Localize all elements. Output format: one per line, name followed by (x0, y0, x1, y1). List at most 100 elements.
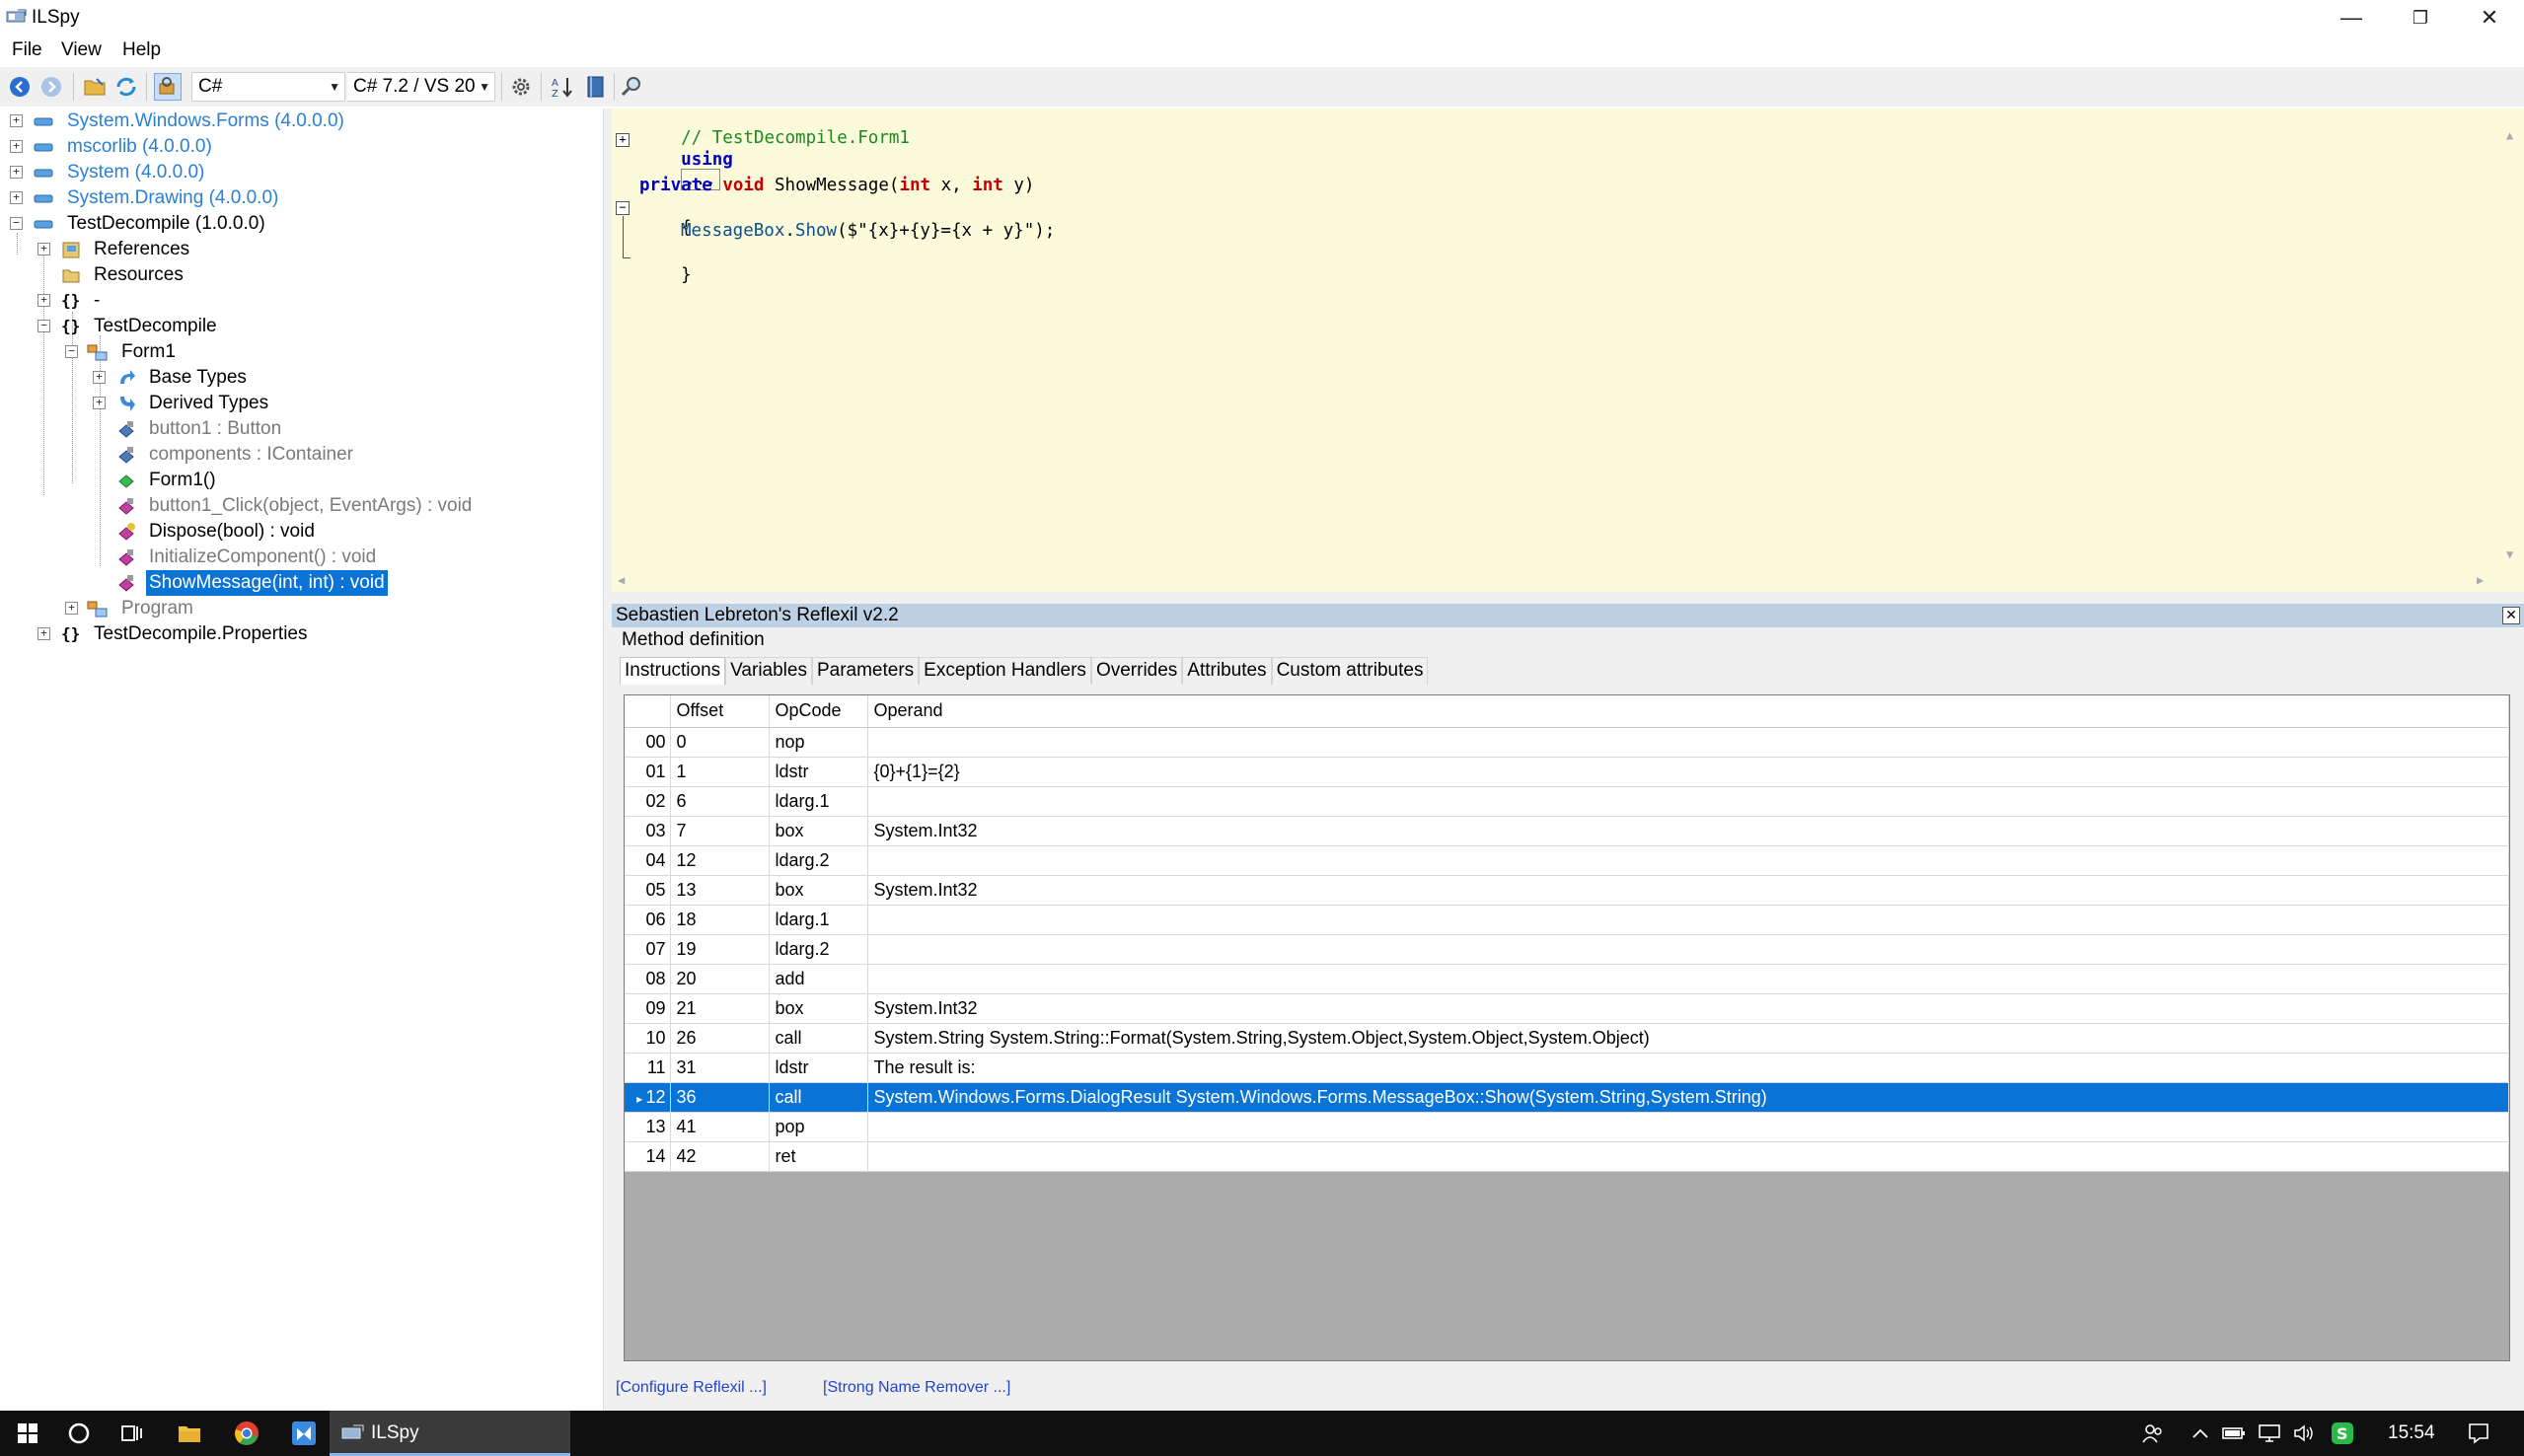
table-row[interactable]: 08 20 add (625, 964, 2509, 994)
row-index-cell[interactable]: 07 (625, 934, 671, 965)
tab-exception-handlers[interactable]: Exception Handlers (919, 657, 1091, 685)
table-row[interactable]: 01 1 ldstr {0}+{1}={2} (625, 757, 2509, 787)
operand-cell[interactable]: The result is: (867, 1053, 2509, 1083)
restore-button[interactable]: ❐ (2386, 0, 2455, 36)
row-index-cell[interactable]: 03 (625, 816, 671, 846)
offset-cell[interactable]: 26 (670, 1023, 770, 1054)
editor-vertical-scrollbar[interactable]: ▲ ▼ (2500, 109, 2524, 592)
row-index-cell[interactable]: 14 (625, 1141, 671, 1172)
taskbar-clock[interactable]: 15:54 (2388, 1422, 2435, 1444)
open-folder-icon[interactable] (81, 73, 109, 101)
row-index-cell[interactable]: 11 (625, 1053, 671, 1083)
table-row[interactable]: 13 41 pop (625, 1112, 2509, 1142)
visual-studio-icon[interactable] (276, 1411, 332, 1456)
taskbar-ilspy-button[interactable]: ILSpy (330, 1411, 570, 1456)
offset-cell[interactable]: 21 (670, 993, 770, 1024)
expand-icon[interactable]: + (93, 371, 106, 384)
tab-parameters[interactable]: Parameters (811, 657, 920, 685)
opcode-cell[interactable]: ldstr (769, 1053, 868, 1083)
table-row[interactable]: 07 19 ldarg.2 (625, 934, 2509, 965)
offset-cell[interactable]: 36 (670, 1082, 770, 1113)
operand-cell[interactable]: System.Windows.Forms.DialogResult System… (867, 1082, 2509, 1113)
notifications-icon[interactable] (2467, 1422, 2490, 1444)
table-row[interactable]: 10 26 call System.String System.String::For… (625, 1023, 2509, 1054)
offset-cell[interactable]: 31 (670, 1053, 770, 1083)
forward-icon[interactable] (37, 73, 65, 101)
operand-cell[interactable] (867, 964, 2509, 994)
table-row[interactable]: 09 21 box System.Int32 (625, 993, 2509, 1024)
operand-cell[interactable] (867, 905, 2509, 935)
menu-help[interactable]: Help (118, 36, 165, 65)
scroll-up-icon[interactable]: ▲ (2506, 128, 2513, 142)
operand-cell[interactable] (867, 786, 2509, 817)
gear-icon[interactable] (507, 73, 535, 101)
minimize-button[interactable]: — (2317, 0, 2386, 36)
tab-attributes[interactable]: Attributes (1182, 657, 1272, 685)
collapse-icon[interactable]: − (65, 345, 78, 358)
column-header-offset[interactable]: Offset (670, 695, 770, 728)
table-row[interactable]: 05 13 box System.Int32 (625, 875, 2509, 906)
operand-cell[interactable] (867, 1141, 2509, 1172)
opcode-cell[interactable]: ldstr (769, 757, 868, 787)
opcode-cell[interactable]: call (769, 1023, 868, 1054)
scroll-right-icon[interactable]: ▶ (2477, 573, 2484, 587)
search-icon[interactable] (618, 73, 645, 101)
instructions-grid[interactable]: Offset OpCode Operand 00 0 nop 01 1 ldstr {0}+… (624, 694, 2510, 1361)
people-icon[interactable] (2141, 1422, 2165, 1444)
row-index-cell[interactable]: 00 (625, 727, 671, 758)
offset-cell[interactable]: 13 (670, 875, 770, 906)
offset-cell[interactable]: 19 (670, 934, 770, 965)
offset-cell[interactable]: 0 (670, 727, 770, 758)
show-internal-api-icon[interactable] (154, 73, 182, 101)
operand-cell[interactable] (867, 1112, 2509, 1142)
opcode-cell[interactable]: ldarg.2 (769, 845, 868, 876)
volume-icon[interactable] (2293, 1422, 2317, 1444)
language-select[interactable]: C# ▼ (191, 72, 345, 102)
row-index-cell[interactable]: 09 (625, 993, 671, 1024)
expand-icon[interactable]: + (65, 602, 78, 615)
editor-horizontal-scrollbar[interactable]: ◀ ▶ (612, 570, 2500, 592)
tab-variables[interactable]: Variables (725, 657, 812, 685)
expand-icon[interactable]: + (93, 397, 106, 409)
version-select[interactable]: C# 7.2 / VS 20 ▼ (347, 72, 495, 102)
book-icon[interactable] (582, 73, 610, 101)
menu-view[interactable]: View (57, 36, 106, 65)
vertical-splitter[interactable] (604, 109, 612, 1411)
configure-reflexil-link[interactable]: [Configure Reflexil ...] (616, 1379, 767, 1397)
row-index-cell[interactable]: 10 (625, 1023, 671, 1054)
sort-icon[interactable]: AZ (549, 73, 576, 101)
opcode-cell[interactable]: pop (769, 1112, 868, 1142)
expand-icon[interactable]: + (10, 166, 23, 179)
back-icon[interactable] (6, 73, 34, 101)
expand-icon[interactable]: + (10, 114, 23, 127)
collapse-icon[interactable]: − (37, 320, 50, 332)
opcode-cell[interactable]: add (769, 964, 868, 994)
tab-custom-attributes[interactable]: Custom attributes (1271, 657, 1429, 685)
operand-cell[interactable]: System.Int32 (867, 993, 2509, 1024)
offset-cell[interactable]: 6 (670, 786, 770, 817)
row-index-cell[interactable]: 13 (625, 1112, 671, 1142)
operand-cell[interactable]: System.Int32 (867, 816, 2509, 846)
row-index-cell[interactable]: 02 (625, 786, 671, 817)
close-icon[interactable]: ✕ (2502, 607, 2520, 624)
strong-name-remover-link[interactable]: [Strong Name Remover ...] (823, 1379, 1010, 1397)
opcode-cell[interactable]: nop (769, 727, 868, 758)
offset-cell[interactable]: 41 (670, 1112, 770, 1142)
opcode-cell[interactable]: box (769, 816, 868, 846)
chevron-up-icon[interactable] (2189, 1422, 2212, 1444)
operand-cell[interactable]: {0}+{1}={2} (867, 757, 2509, 787)
collapse-fold-icon[interactable]: − (616, 201, 630, 215)
operand-cell[interactable] (867, 727, 2509, 758)
operand-cell[interactable] (867, 934, 2509, 965)
opcode-cell[interactable]: ldarg.1 (769, 786, 868, 817)
table-row[interactable]: 11 31 ldstr The result is: (625, 1053, 2509, 1083)
scroll-down-icon[interactable]: ▼ (2506, 547, 2513, 561)
expand-icon[interactable]: + (10, 140, 23, 153)
column-header-operand[interactable]: Operand (867, 695, 2509, 728)
sogou-ime-icon[interactable]: S (2331, 1422, 2354, 1444)
menu-file[interactable]: File (8, 36, 46, 65)
opcode-cell[interactable]: ret (769, 1141, 868, 1172)
offset-cell[interactable]: 20 (670, 964, 770, 994)
row-index-cell[interactable]: 08 (625, 964, 671, 994)
network-icon[interactable] (2258, 1422, 2281, 1444)
